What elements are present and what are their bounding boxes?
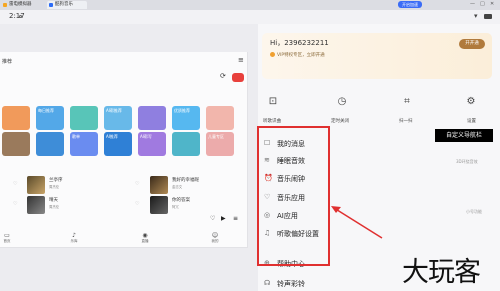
watermark-logo: 大玩客 xyxy=(402,257,481,288)
annotation-arrow xyxy=(331,206,383,239)
